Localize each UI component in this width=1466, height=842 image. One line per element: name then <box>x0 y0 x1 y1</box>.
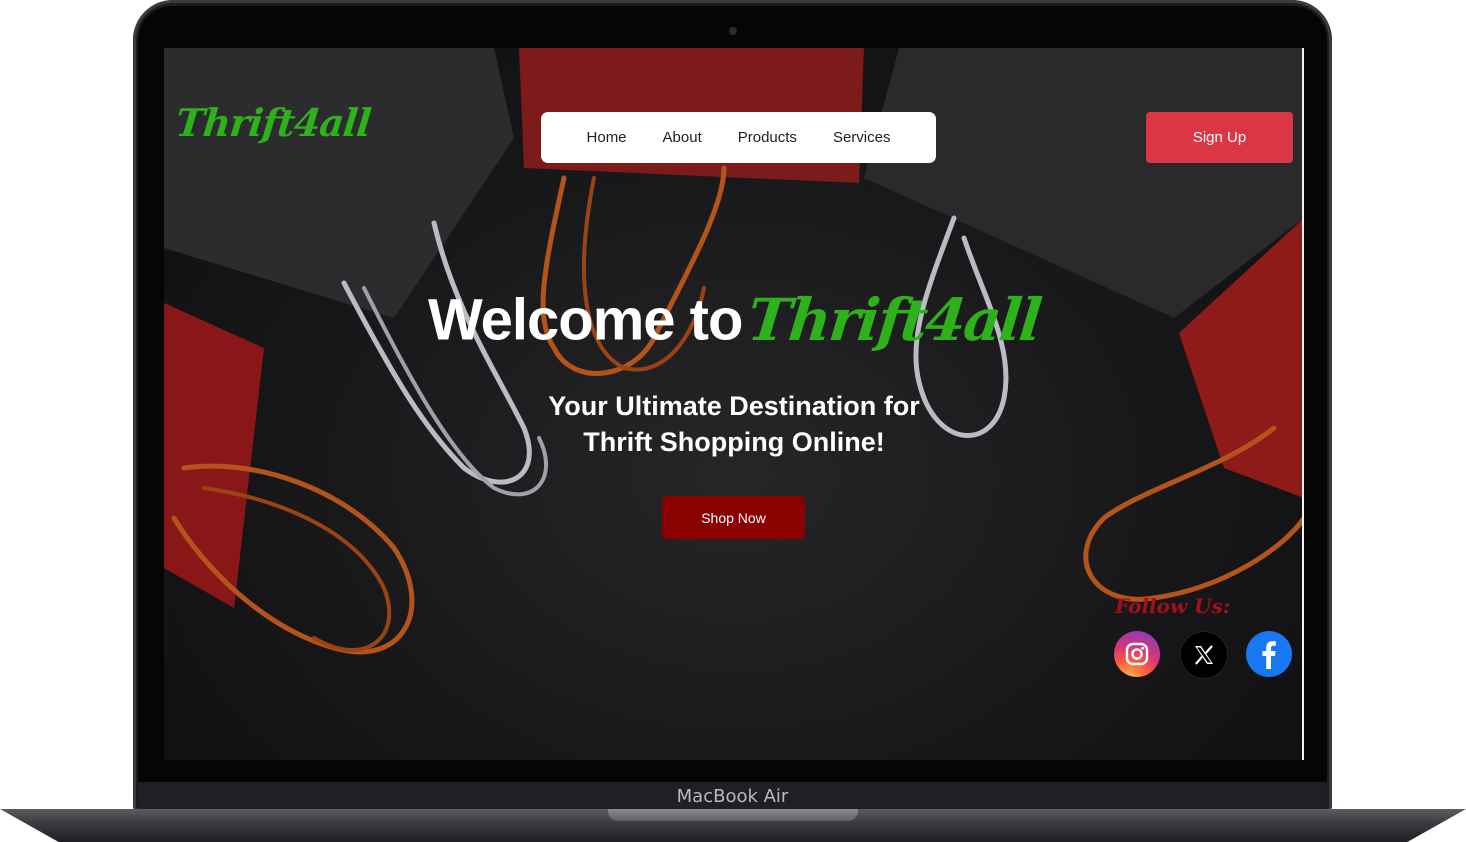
hero-tagline-line2: Thrift Shopping Online! <box>583 427 885 457</box>
hero-title: Welcome toThrift4all <box>164 286 1304 354</box>
instagram-icon[interactable] <box>1114 631 1160 677</box>
follow-us-label: Follow Us: <box>1115 594 1231 618</box>
shop-now-button[interactable]: Shop Now <box>662 496 805 539</box>
nav-link-about[interactable]: About <box>645 129 720 146</box>
facebook-icon[interactable] <box>1246 631 1292 677</box>
x-icon[interactable] <box>1180 631 1228 679</box>
laptop-chin: MacBook Air <box>138 782 1327 810</box>
site-logo[interactable]: Thrift4all <box>174 100 373 145</box>
hero-tagline-line1: Your Ultimate Destination for <box>548 391 920 421</box>
nav-link-products[interactable]: Products <box>720 129 815 146</box>
website-screen: Thrift4all Home About Products Services … <box>164 48 1304 760</box>
hero-tagline: Your Ultimate Destination for Thrift Sho… <box>164 388 1304 460</box>
hero-title-brand: Thrift4all <box>744 286 1044 354</box>
nav-link-services[interactable]: Services <box>815 129 909 146</box>
sign-up-button[interactable]: Sign Up <box>1146 112 1293 163</box>
nav-link-home[interactable]: Home <box>569 129 645 146</box>
camera-icon <box>729 27 737 35</box>
hero-title-prefix: Welcome to <box>427 287 743 353</box>
screen-edge <box>1302 48 1304 760</box>
laptop-notch <box>608 809 858 821</box>
device-label: MacBook Air <box>676 786 789 807</box>
main-navbar: Home About Products Services <box>541 112 936 163</box>
